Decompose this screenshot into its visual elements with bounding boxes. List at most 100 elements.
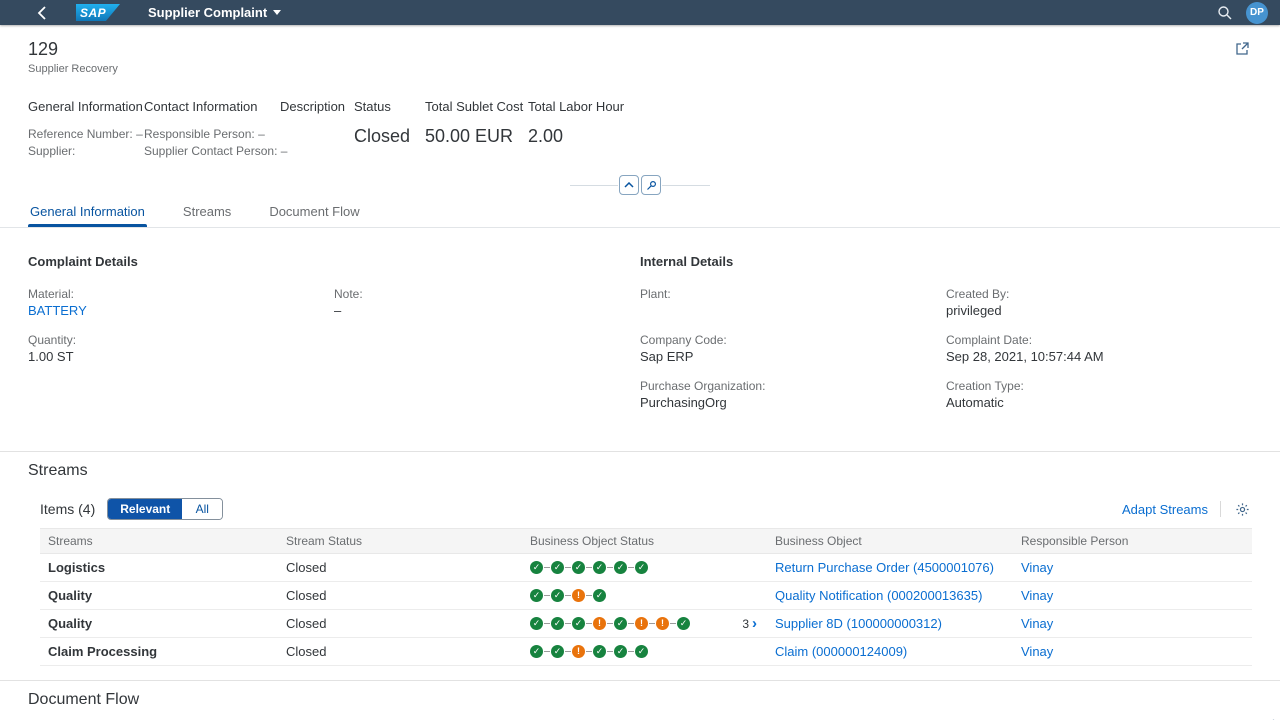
complaint-details-group: Complaint Details Material: BATTERY Quan… — [28, 254, 640, 425]
search-button[interactable] — [1217, 5, 1232, 20]
status-positive-icon: ✓ — [614, 561, 627, 574]
facet-total-sublet-cost: Total Sublet Cost 50.00 EUR — [425, 99, 528, 160]
status-positive-icon: ✓ — [593, 561, 606, 574]
tab-strip: General Information Streams Document Flo… — [0, 200, 1280, 228]
table-settings-button[interactable] — [1233, 500, 1252, 519]
responsible-person-link[interactable]: Vinay — [1021, 644, 1053, 659]
shell-bar: SAP Supplier Complaint DP — [0, 0, 1280, 25]
app-title: Supplier Complaint — [148, 5, 267, 20]
business-object-link[interactable]: Supplier 8D (100000000312) — [775, 616, 942, 631]
section-general-information: Complaint Details Material: BATTERY Quan… — [0, 228, 1280, 451]
status-positive-icon: ✓ — [530, 617, 543, 630]
relevance-segmented-control: Relevant All — [107, 498, 223, 520]
field-material: Material: BATTERY — [28, 287, 334, 320]
facet-status: Status Closed — [354, 99, 425, 160]
status-critical-icon: ! — [593, 617, 606, 630]
stream-status: Closed — [286, 616, 326, 631]
facet-general-information: General Information Reference Number: – … — [28, 99, 144, 160]
stream-name: Quality — [48, 588, 92, 603]
stream-name: Logistics — [48, 560, 105, 575]
section-document-flow: Document Flow $ ››› ››› — [0, 681, 1280, 720]
streams-table: Streams Stream Status Business Object St… — [40, 528, 1252, 666]
status-positive-icon: ✓ — [530, 589, 543, 602]
field-note: Note: – — [334, 287, 640, 320]
stream-status: Closed — [286, 644, 326, 659]
collapse-header-button[interactable] — [619, 175, 639, 195]
stream-status: Closed — [286, 588, 326, 603]
status-critical-icon: ! — [572, 589, 585, 602]
table-row[interactable]: Claim Processing Closed ✓✓!✓✓✓ Claim (00… — [40, 638, 1252, 666]
tab-document-flow[interactable]: Document Flow — [267, 200, 361, 227]
business-object-link[interactable]: Claim (000000124009) — [775, 644, 907, 659]
status-positive-icon: ✓ — [614, 645, 627, 658]
status-critical-icon: ! — [656, 617, 669, 630]
segment-all[interactable]: All — [182, 499, 222, 519]
responsible-person-link[interactable]: Vinay — [1021, 588, 1053, 603]
status-positive-icon: ✓ — [551, 617, 564, 630]
stream-name: Claim Processing — [48, 644, 157, 659]
header-anchor-row — [0, 170, 1280, 200]
chevron-right-icon: › — [752, 616, 757, 631]
status-positive-icon: ✓ — [593, 589, 606, 602]
status-positive-icon: ✓ — [572, 617, 585, 630]
business-object-status-chain: ✓✓!✓✓✓ — [530, 645, 648, 658]
status-positive-icon: ✓ — [635, 645, 648, 658]
sap-logo: SAP — [76, 4, 120, 21]
items-count-label: Items (4) — [40, 501, 95, 517]
table-row[interactable]: Quality Closed ✓ ✓ ✓! ✓!! ✓ 3› Supplier 8D (1… — [40, 610, 1252, 638]
share-button[interactable] — [1233, 39, 1252, 61]
status-critical-icon: ! — [635, 617, 648, 630]
status-positive-icon: ✓ — [635, 561, 648, 574]
internal-details-group: Internal Details Plant: Company Code: Sa… — [640, 254, 1252, 425]
header-facets: General Information Reference Number: – … — [28, 99, 1252, 170]
pin-header-button[interactable] — [641, 175, 661, 195]
status-positive-icon: ✓ — [677, 617, 690, 630]
labor-hour-value: 2.00 — [528, 126, 642, 147]
field-company-code: Company Code: Sap ERP — [640, 333, 946, 366]
overflow-indicator[interactable]: 3› — [742, 616, 759, 631]
status-critical-icon: ! — [572, 645, 585, 658]
user-avatar[interactable]: DP — [1246, 2, 1268, 24]
status-positive-icon: ✓ — [551, 589, 564, 602]
chevron-down-icon — [273, 10, 281, 15]
status-positive-icon: ✓ — [551, 561, 564, 574]
page-title: 129 — [28, 39, 118, 59]
streams-section-title: Streams — [28, 452, 1252, 482]
table-row[interactable]: Logistics Closed ✓✓✓✓✓✓ Return Purchase … — [40, 554, 1252, 582]
field-created-by: Created By: privileged — [946, 287, 1252, 320]
responsible-person-link[interactable]: Vinay — [1021, 560, 1053, 575]
segment-relevant[interactable]: Relevant — [108, 499, 182, 519]
responsible-person-link[interactable]: Vinay — [1021, 616, 1053, 631]
adapt-streams-link[interactable]: Adapt Streams — [1122, 502, 1208, 517]
chevron-left-icon — [37, 6, 46, 20]
chevron-up-icon — [624, 182, 634, 188]
status-positive-icon: ✓ — [530, 645, 543, 658]
back-button[interactable] — [30, 2, 52, 24]
field-creation-type: Creation Type: Automatic — [946, 379, 1252, 412]
business-object-link[interactable]: Quality Notification (000200013635) — [775, 588, 982, 603]
tab-general-information[interactable]: General Information — [28, 200, 147, 227]
page-subtitle: Supplier Recovery — [28, 63, 118, 75]
object-page-header: 129 Supplier Recovery General Informatio… — [0, 25, 1280, 170]
sublet-cost-value: 50.00 EUR — [425, 126, 512, 147]
status-positive-icon: ✓ — [614, 617, 627, 630]
facet-description: Description — [280, 99, 354, 160]
streams-table-body: Logistics Closed ✓ ✓ ✓ ✓ ✓ ✓ Return Purchase … — [40, 554, 1252, 666]
material-link[interactable]: BATTERY — [28, 302, 334, 319]
app-title-menu[interactable]: Supplier Complaint — [148, 5, 281, 20]
section-streams: Streams Items (4) Relevant All Adapt Str… — [0, 452, 1280, 666]
tab-streams[interactable]: Streams — [181, 200, 233, 227]
stream-name: Quality — [48, 616, 92, 631]
business-object-status-chain: ✓ ✓! ✓ — [530, 589, 606, 602]
facet-total-labor-hour: Total Labor Hour 2.00 — [528, 99, 658, 160]
table-row[interactable]: Quality Closed ✓ ✓! ✓ Quality Notification… — [40, 582, 1252, 610]
business-object-status-chain: ✓ ✓ ✓! ✓!! ✓ — [530, 617, 690, 630]
status-value: Closed — [354, 126, 409, 147]
business-object-link[interactable]: Return Purchase Order (4500001076) — [775, 560, 994, 575]
status-positive-icon: ✓ — [530, 561, 543, 574]
open-in-new-window-icon — [1235, 41, 1250, 56]
field-quantity: Quantity: 1.00 ST — [28, 333, 334, 366]
pushpin-icon — [646, 180, 657, 191]
facet-contact-information: Contact Information Responsible Person: … — [144, 99, 280, 160]
streams-toolbar: Items (4) Relevant All Adapt Streams — [40, 498, 1252, 520]
